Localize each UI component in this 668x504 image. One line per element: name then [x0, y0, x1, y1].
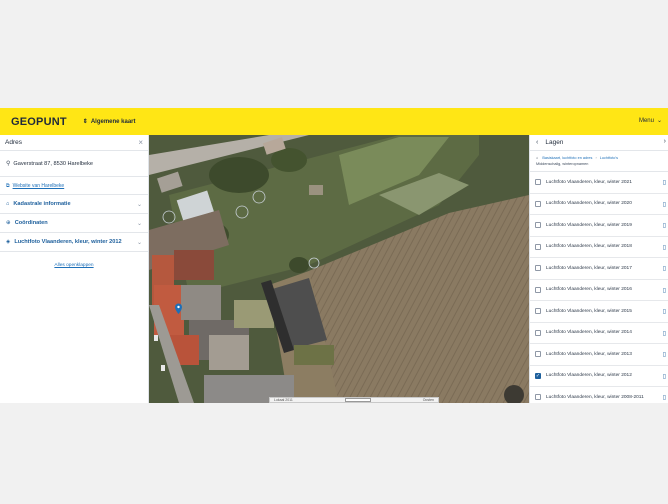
- top-bar: GEOPUNT ⇕ Algemene kaart Menu ⌄: [0, 108, 668, 135]
- layer-checkbox[interactable]: [535, 265, 541, 272]
- close-icon[interactable]: ×: [138, 138, 143, 147]
- scale-bar-left-label: Lokaal 2011: [274, 398, 293, 402]
- layer-label: Luchtfoto Vlaanderen, kleur, winter 2019: [546, 222, 632, 228]
- scale-bar-box[interactable]: [344, 398, 371, 402]
- section-coordinates[interactable]: ⊕ Coördinaten ⌄: [0, 214, 148, 233]
- chevron-down-icon: ⌄: [136, 201, 142, 208]
- layer-label: Luchtfoto Vlaanderen, kleur, winter 2008…: [546, 394, 644, 400]
- layer-info-icon[interactable]: ▯: [663, 394, 666, 401]
- section-coordinates-label: Coördinaten: [14, 220, 48, 226]
- layer-label: Luchtfoto Vlaanderen, kleur, winter 2021: [546, 179, 632, 185]
- layer-checkbox[interactable]: [535, 200, 541, 207]
- address-panel-header: Adres ×: [0, 135, 148, 151]
- external-link-icon: ⧉: [6, 182, 10, 189]
- layer-checkbox[interactable]: [535, 222, 541, 229]
- forward-chevron-icon[interactable]: ›: [664, 138, 666, 145]
- map-switch-button[interactable]: ⇕ Algemene kaart: [82, 118, 136, 126]
- layer-info-icon[interactable]: ▯: [663, 287, 666, 294]
- layer-item[interactable]: Luchtfoto Vlaanderen, kleur, winter 2021…: [530, 172, 668, 194]
- address-panel: Adres × ⚲ Gaverstraat 87, 8530 Harelbeke…: [0, 135, 149, 403]
- layer-item[interactable]: Luchtfoto Vlaanderen, kleur, winter 2020…: [530, 194, 668, 215]
- geopunt-logo[interactable]: GEOPUNT: [11, 116, 67, 128]
- location-pin-icon: ⚲: [6, 161, 11, 167]
- layer-info-icon[interactable]: ▯: [663, 351, 666, 358]
- layer-item[interactable]: ✓ Luchtfoto Vlaanderen, kleur, winter 201…: [530, 366, 668, 387]
- layer-checkbox[interactable]: [535, 308, 541, 315]
- layer-label: Luchtfoto Vlaanderen, kleur, winter 2018: [546, 244, 632, 250]
- website-link-label: Website van Harelbeke: [12, 182, 65, 189]
- section-cadastral[interactable]: ⌂ Kadastrale informatie ⌄: [0, 195, 148, 214]
- breadcrumb-current: Middenschalig, winteropnamen: [536, 162, 589, 166]
- layer-info-icon[interactable]: ▯: [663, 201, 666, 208]
- layer-item[interactable]: Luchtfoto Vlaanderen, kleur, winter 2013…: [530, 344, 668, 366]
- home-icon[interactable]: ⌂: [536, 156, 538, 160]
- layer-list: Luchtfoto Vlaanderen, kleur, winter 2021…: [530, 172, 668, 403]
- layer-checkbox[interactable]: [535, 243, 541, 250]
- layer-checkbox[interactable]: [535, 351, 541, 358]
- chevron-down-icon: ⌄: [136, 220, 142, 227]
- breadcrumb-separator: ›: [595, 156, 597, 160]
- layer-item[interactable]: Luchtfoto Vlaanderen, kleur, winter 2014…: [530, 323, 668, 344]
- layer-info-icon[interactable]: ▯: [663, 373, 666, 380]
- layer-info-icon[interactable]: ▯: [663, 222, 666, 229]
- parcel-icon: ⌂: [6, 201, 10, 207]
- layers-panel: ‹ Lagen › ⌂ Basiskaart, luchtfoto en adr…: [529, 135, 668, 403]
- layer-info-icon[interactable]: ▯: [663, 179, 666, 186]
- layers-icon: ◈: [6, 239, 11, 245]
- layer-label: Luchtfoto Vlaanderen, kleur, winter 2020: [546, 201, 632, 207]
- layer-label: Luchtfoto Vlaanderen, kleur, winter 2017: [546, 265, 632, 271]
- layer-label: Luchtfoto Vlaanderen, kleur, winter 2016: [546, 287, 632, 293]
- layer-item[interactable]: Luchtfoto Vlaanderen, kleur, winter 2015…: [530, 301, 668, 323]
- address-panel-title: Adres: [5, 139, 22, 146]
- breadcrumb-item[interactable]: Basiskaart, luchtfoto en adres: [542, 156, 592, 160]
- layers-panel-title: Lagen: [545, 139, 564, 146]
- layers-panel-header: ‹ Lagen ›: [530, 135, 668, 151]
- scale-bar: Lokaal 2011 Oosten: [269, 397, 439, 403]
- section-aerial-photo[interactable]: ◈ Luchtfoto Vlaanderen, kleur, winter 20…: [0, 233, 148, 252]
- back-chevron-icon[interactable]: ‹: [536, 139, 538, 146]
- layer-info-icon[interactable]: ▯: [663, 244, 666, 251]
- address-text: Gaverstraat 87, 8530 Harelbeke: [13, 160, 94, 167]
- layer-info-icon[interactable]: ▯: [663, 308, 666, 315]
- breadcrumb-item[interactable]: Luchtfoto's: [600, 156, 618, 160]
- layer-label: Luchtfoto Vlaanderen, kleur, winter 2014: [546, 330, 632, 336]
- menu-label: Menu: [638, 117, 654, 124]
- map-view[interactable]: Lokaal 2011 Oosten: [149, 135, 529, 403]
- scale-bar-right-label: Oosten: [422, 398, 434, 402]
- layer-label: Luchtfoto Vlaanderen, kleur, winter 2012: [546, 373, 632, 379]
- layer-item[interactable]: Luchtfoto Vlaanderen, kleur, winter 2018…: [530, 237, 668, 258]
- crosshair-icon: ⊕: [6, 220, 11, 226]
- chevron-down-icon: ⌄: [136, 239, 142, 246]
- layer-item[interactable]: Luchtfoto Vlaanderen, kleur, winter 2017…: [530, 258, 668, 280]
- chevron-down-icon: ⌄: [656, 118, 662, 124]
- layer-checkbox[interactable]: [535, 394, 541, 401]
- layer-checkbox[interactable]: [535, 286, 541, 293]
- address-row: ⚲ Gaverstraat 87, 8530 Harelbeke: [0, 151, 148, 177]
- open-all-link[interactable]: Alles openklappen: [0, 263, 148, 268]
- layer-item[interactable]: Luchtfoto Vlaanderen, kleur, winter 2016…: [530, 280, 668, 301]
- layer-checkbox[interactable]: [535, 329, 541, 336]
- website-link[interactable]: ⧉ Website van Harelbeke: [0, 177, 148, 195]
- geopunt-app: GEOPUNT ⇕ Algemene kaart Menu ⌄ Adres × …: [0, 108, 668, 403]
- breadcrumb: ⌂ Basiskaart, luchtfoto en adres › Lucht…: [530, 151, 668, 172]
- layer-info-icon[interactable]: ▯: [663, 265, 666, 272]
- swap-icon: ⇕: [82, 119, 88, 125]
- layer-item[interactable]: Luchtfoto Vlaanderen, kleur, winter 2019…: [530, 215, 668, 237]
- layer-checkbox[interactable]: ✓: [535, 372, 541, 379]
- aerial-photo: [149, 135, 529, 403]
- section-aerial-photo-label: Luchtfoto Vlaanderen, kleur, winter 2012: [14, 239, 122, 245]
- layer-label: Luchtfoto Vlaanderen, kleur, winter 2013: [546, 351, 632, 357]
- layer-checkbox[interactable]: [535, 179, 541, 186]
- layer-info-icon[interactable]: ▯: [663, 330, 666, 337]
- section-cadastral-label: Kadastrale informatie: [13, 201, 71, 207]
- map-switch-label: Algemene kaart: [90, 118, 136, 125]
- menu-button[interactable]: Menu ⌄: [638, 117, 662, 125]
- layer-item[interactable]: Luchtfoto Vlaanderen, kleur, winter 2008…: [530, 387, 668, 403]
- layer-label: Luchtfoto Vlaanderen, kleur, winter 2015: [546, 308, 632, 314]
